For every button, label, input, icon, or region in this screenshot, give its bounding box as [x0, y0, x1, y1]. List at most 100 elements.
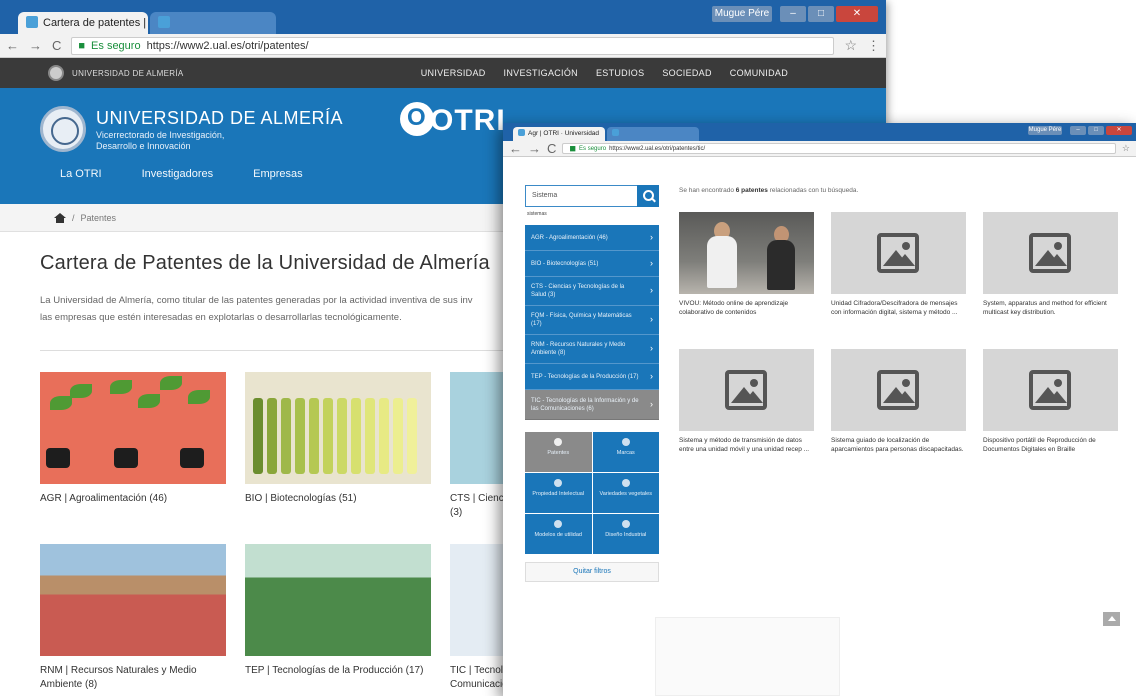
category-card-agr[interactable]: AGR | Agroalimentación (46) [40, 372, 226, 506]
category-label[interactable]: CTS | Cienc (3) [450, 492, 505, 520]
url-field[interactable]: ■ Es seguro https://www2.ual.es/otri/pat… [71, 36, 835, 55]
maximize-button[interactable]: □ [808, 6, 834, 22]
patent-title[interactable]: Sistema y método de transmisión de datos… [679, 436, 814, 454]
back-arrow-icon[interactable]: ← [509, 141, 522, 156]
browser-tab-inactive[interactable] [150, 12, 276, 34]
filter-sidebar: Sistema sistemas AGR - Agroalimentación … [525, 185, 659, 582]
bookmark-star-icon[interactable]: ☆ [844, 37, 857, 54]
back-arrow-icon[interactable]: ← [6, 38, 19, 53]
patent-card[interactable]: Dispositivo portátil de Reproducción de … [983, 349, 1118, 486]
search-input[interactable]: Sistema [525, 185, 659, 207]
ip-type-modelos-utilidad[interactable]: Modelos de utilidad [525, 514, 592, 554]
topbar-item-sociedad[interactable]: SOCIEDAD [662, 68, 711, 78]
topbar-item-universidad[interactable]: UNIVERSIDAD [421, 68, 486, 78]
footer-strip [655, 617, 840, 696]
university-seal-icon [48, 65, 64, 81]
scroll-to-top-button[interactable] [1103, 612, 1120, 626]
patent-card[interactable]: VIVOU: Método online de aprendizaje cola… [679, 212, 814, 349]
clear-filters-button[interactable]: Quitar filtros [525, 562, 659, 582]
browser-tab-agr[interactable]: Agr | OTRI · Universidad [513, 127, 605, 141]
intro-text: La Universidad de Almería, como titular … [40, 292, 510, 326]
search-button[interactable] [637, 185, 659, 207]
database-icon [554, 520, 563, 528]
browser-menu-icon[interactable]: ⋮ [867, 38, 880, 54]
category-item-agr[interactable]: AGR - Agroalimentación (46) › [525, 225, 659, 251]
results-message: Se han encontrado 6 patentes relacionada… [679, 187, 858, 194]
category-image-tic [450, 544, 510, 656]
favicon-icon [518, 129, 525, 136]
bookmark-star-icon[interactable]: ☆ [1122, 143, 1130, 154]
image-placeholder-icon[interactable] [831, 212, 966, 294]
category-item-tic[interactable]: TIC - Tecnologías de la Información y de… [525, 390, 659, 420]
category-item-cts[interactable]: CTS - Ciencias y Tecnologías de la Salud… [525, 277, 659, 306]
patent-title[interactable]: System, apparatus and method for efficie… [983, 299, 1118, 317]
minimize-button[interactable]: – [1070, 126, 1086, 135]
topbar-item-comunidad[interactable]: COMUNIDAD [730, 68, 788, 78]
patent-card[interactable]: Sistema y método de transmisión de datos… [679, 349, 814, 486]
category-label[interactable]: TEP | Tecnologías de la Producción (17) [245, 664, 431, 678]
ip-type-label: Propiedad Intelectual [532, 491, 585, 497]
category-card-rnm[interactable]: RNM | Recursos Naturales y Medio Ambient… [40, 544, 226, 692]
category-item-label: TIC - Tecnologías de la Información y de… [531, 397, 639, 412]
category-item-fqm[interactable]: FQM - Física, Química y Matemáticas (17)… [525, 306, 659, 335]
nav-item-investigadores[interactable]: Investigadores [142, 168, 214, 184]
search-suggestion[interactable]: sistemas [525, 207, 659, 219]
home-icon[interactable] [54, 212, 66, 223]
profile-button[interactable]: Mugue Pére [1028, 126, 1062, 135]
category-label[interactable]: BIO | Biotecnologías (51) [245, 492, 431, 506]
category-image-rnm [40, 544, 226, 656]
ip-type-marcas[interactable]: Marcas [592, 432, 659, 472]
ip-type-propiedad-intelectual[interactable]: Propiedad Intelectual [525, 473, 592, 513]
patent-title[interactable]: Sistema guiado de localización de aparca… [831, 436, 966, 454]
category-item-rnm[interactable]: RNM - Recursos Naturales y Medio Ambient… [525, 335, 659, 364]
category-label[interactable]: AGR | Agroalimentación (46) [40, 492, 226, 506]
topbar-item-investigacion[interactable]: INVESTIGACIÓN [504, 68, 578, 78]
category-image-tep [245, 544, 431, 656]
chevron-right-icon: › [650, 231, 653, 242]
nav-item-empresas[interactable]: Empresas [253, 168, 303, 184]
university-name[interactable]: UNIVERSIDAD DE ALMERÍA [96, 108, 343, 129]
nav-item-la-otri[interactable]: La OTRI [60, 168, 102, 184]
forward-arrow-icon[interactable]: → [29, 38, 42, 53]
patent-card[interactable]: Unidad Cifradora/Descifradora de mensaje… [831, 212, 966, 349]
university-seal-icon[interactable] [40, 106, 86, 152]
url-text: https://www2.ual.es/otri/patentes/ [146, 39, 309, 52]
topbar-item-estudios[interactable]: ESTUDIOS [596, 68, 644, 78]
maximize-button[interactable]: □ [1088, 126, 1104, 135]
browser-tab-inactive[interactable] [607, 127, 699, 141]
browser-tab-patentes[interactable]: Cartera de patentes | OT✕ [18, 12, 148, 34]
otri-logo[interactable]: OTRI [400, 102, 506, 138]
category-card-tep[interactable]: TEP | Tecnologías de la Producción (17) [245, 544, 431, 678]
lock-icon: ■ [569, 142, 577, 155]
patent-title[interactable]: VIVOU: Método online de aprendizaje cola… [679, 299, 814, 317]
category-card-cts[interactable]: CTS | Cienc (3) [450, 372, 510, 520]
patent-card[interactable]: System, apparatus and method for efficie… [983, 212, 1118, 349]
minimize-button[interactable]: – [780, 6, 806, 22]
topbar-brand[interactable]: Universidad de Almería [72, 69, 421, 78]
category-label[interactable]: RNM | Recursos Naturales y Medio Ambient… [40, 664, 226, 692]
forward-arrow-icon[interactable]: → [528, 141, 541, 156]
profile-button[interactable]: Mugue Pére [712, 6, 772, 22]
ip-type-diseno-industrial[interactable]: Diseño Industrial [592, 514, 659, 554]
chevron-right-icon: › [650, 343, 653, 353]
image-placeholder-icon[interactable] [983, 212, 1118, 294]
image-placeholder-icon[interactable] [983, 349, 1118, 431]
image-placeholder-icon[interactable] [679, 349, 814, 431]
ip-type-patentes[interactable]: Patentes [525, 432, 592, 472]
category-card-bio[interactable]: BIO | Biotecnologías (51) [245, 372, 431, 506]
vicerrectorado-subtitle: Vicerrectorado de Investigación, Desarro… [96, 130, 225, 151]
category-item-bio[interactable]: BIO - Biotecnologías (51) › [525, 251, 659, 277]
url-field[interactable]: ■ Es seguro https://www2.ual.es/otri/pat… [562, 142, 1116, 155]
reload-icon[interactable]: C [547, 141, 556, 156]
category-item-tep[interactable]: TEP - Tecnologías de la Producción (17) › [525, 364, 659, 390]
image-placeholder-icon[interactable] [831, 349, 966, 431]
ip-type-variedades-vegetales[interactable]: Variedades vegetales [592, 473, 659, 513]
reload-icon[interactable]: C [52, 38, 61, 53]
patent-card[interactable]: Sistema guiado de localización de aparca… [831, 349, 966, 486]
ip-type-label: Marcas [616, 450, 635, 456]
patent-title[interactable]: Dispositivo portátil de Reproducción de … [983, 436, 1118, 454]
close-window-button[interactable]: ✕ [836, 6, 878, 22]
close-window-button[interactable]: ✕ [1106, 126, 1132, 135]
patent-title[interactable]: Unidad Cifradora/Descifradora de mensaje… [831, 299, 966, 317]
patent-photo[interactable] [679, 212, 814, 294]
